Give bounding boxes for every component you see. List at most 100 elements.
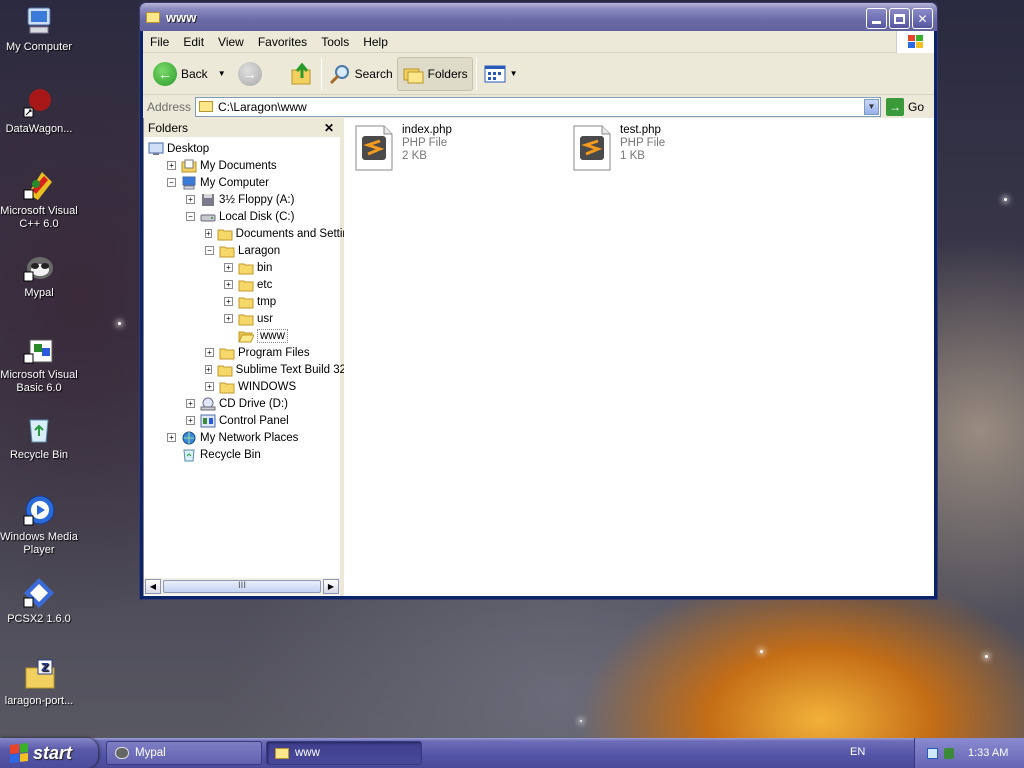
start-button[interactable]: start — [0, 738, 98, 768]
forward-button[interactable]: → — [234, 57, 266, 91]
scroll-right-button[interactable]: ▶ — [323, 579, 339, 594]
tree-node-my-network-places[interactable]: + My Network Places — [144, 429, 340, 446]
expand-icon[interactable]: + — [167, 433, 176, 442]
menu-tools[interactable]: Tools — [314, 35, 356, 49]
tree-node-my-computer[interactable]: − My Computer — [144, 174, 340, 191]
tree-node-laragon[interactable]: − Laragon — [144, 242, 340, 259]
desktop-icon-datawagon[interactable]: DataWagon... — [0, 86, 78, 136]
window-frame: File Edit View Favorites Tools Help ← Ba… — [143, 31, 934, 596]
collapse-icon[interactable]: − — [186, 212, 195, 221]
desktop-icon-mypal[interactable]: Mypal — [0, 250, 78, 300]
file-item-test-php[interactable]: test.php PHP File 1 KB — [572, 124, 665, 172]
expand-icon[interactable]: + — [205, 365, 212, 374]
expand-icon[interactable]: + — [224, 263, 233, 272]
expand-icon[interactable]: + — [205, 348, 214, 357]
desktop-icon-windows-media-player[interactable]: Windows Media Player — [0, 494, 78, 557]
network-places-icon — [181, 431, 197, 445]
search-button[interactable]: Search — [325, 57, 397, 91]
go-button[interactable]: → Go — [886, 97, 924, 116]
menu-view[interactable]: View — [211, 35, 251, 49]
file-item-index-php[interactable]: index.php PHP File 2 KB — [354, 124, 452, 172]
back-dropdown-icon[interactable]: ▼ — [218, 69, 226, 78]
tree-node-sublime-text-build-3211[interactable]: + Sublime Text Build 3211 — [144, 361, 358, 378]
tree-node-control-panel[interactable]: + Control Panel — [144, 412, 340, 429]
expand-icon[interactable]: + — [186, 399, 195, 408]
tree-node-usr[interactable]: + usr — [144, 310, 340, 327]
menu-edit[interactable]: Edit — [176, 35, 211, 49]
menu-help[interactable]: Help — [356, 35, 395, 49]
tree-node-www[interactable]: www — [144, 327, 340, 344]
tree-node-documents-and-settings[interactable]: + Documents and Settings — [144, 225, 361, 242]
tree-node-3-floppy-a[interactable]: +3½ Floppy (A:) — [144, 191, 340, 208]
speaker-tray-icon[interactable] — [944, 747, 954, 759]
desktop-icon-recycle-bin[interactable]: Recycle Bin — [0, 412, 78, 462]
desktop-icon-my-computer[interactable]: My Computer — [0, 4, 78, 54]
chevron-left-icon: ◀ — [149, 582, 157, 591]
tree-node-label: usr — [257, 312, 273, 325]
tree-node-label: Program Files — [238, 346, 310, 359]
expand-icon[interactable]: + — [224, 280, 233, 289]
tree-node-windows[interactable]: + WINDOWS — [144, 378, 340, 395]
close-folders-pane-icon[interactable]: ✕ — [324, 121, 334, 135]
minimize-button[interactable] — [866, 8, 887, 29]
content-area: Folders ✕ Desktop + My Documents − My Comput… — [143, 118, 934, 596]
menu-file[interactable]: File — [143, 35, 176, 49]
tree-node-desktop[interactable]: Desktop — [144, 140, 340, 157]
back-button[interactable]: ← Back ▼ — [149, 57, 230, 91]
taskbar-button-label: Mypal — [135, 747, 166, 759]
expand-icon[interactable]: + — [186, 195, 195, 204]
taskbar-button-www[interactable]: www — [266, 741, 422, 765]
chevron-down-icon: ▼ — [867, 102, 876, 111]
clock[interactable]: 1:33 AM — [968, 747, 1008, 759]
tree-node-tmp[interactable]: + tmp — [144, 293, 340, 310]
tree-node-cd-drive-d[interactable]: + CD Drive (D:) — [144, 395, 340, 412]
desktop-icon-label: Recycle Bin — [9, 449, 69, 461]
network-tray-icon[interactable] — [927, 747, 938, 759]
folders-pane: Folders ✕ Desktop + My Documents − My Comput… — [143, 118, 361, 596]
views-icon — [484, 65, 506, 82]
desktop-icon-visual-cpp[interactable]: Microsoft Visual C++ 6.0 — [0, 168, 78, 231]
expand-icon[interactable]: + — [224, 297, 233, 306]
up-folder-button[interactable] — [286, 57, 318, 91]
tree-node-label: Desktop — [167, 142, 210, 155]
tree-node-label: WINDOWS — [238, 380, 297, 393]
tree-node-program-files[interactable]: + Program Files — [144, 344, 340, 361]
tree-node-recycle-bin[interactable]: Recycle Bin — [144, 446, 340, 463]
back-label: Back — [181, 66, 208, 81]
scroll-left-button[interactable]: ◀ — [145, 579, 161, 594]
scrollbar-thumb[interactable]: III — [163, 580, 321, 593]
collapse-icon[interactable]: − — [167, 178, 176, 187]
pcsx2-icon — [22, 576, 56, 610]
tree-node-etc[interactable]: + etc — [144, 276, 340, 293]
collapse-icon[interactable]: − — [205, 246, 214, 255]
tree-node-my-documents[interactable]: + My Documents — [144, 157, 340, 174]
address-dropdown-button[interactable]: ▼ — [864, 98, 879, 115]
taskbar-button-mypal[interactable]: Mypal — [106, 741, 262, 765]
menu-favorites[interactable]: Favorites — [251, 35, 314, 49]
my-computer-icon — [22, 4, 56, 38]
close-button[interactable]: ✕ — [912, 8, 933, 29]
folders-button[interactable]: Folders — [396, 56, 473, 91]
expand-icon[interactable]: + — [224, 314, 233, 323]
tree-node-bin[interactable]: + bin — [144, 259, 340, 276]
address-folder-icon — [199, 101, 213, 112]
tree-node-label: Recycle Bin — [200, 448, 261, 461]
maximize-button[interactable] — [889, 8, 910, 29]
folder-icon — [238, 295, 254, 309]
language-indicator[interactable]: EN — [850, 746, 865, 758]
expand-icon[interactable]: + — [186, 416, 195, 425]
file-name: index.php — [402, 124, 452, 136]
folder-icon — [275, 747, 289, 759]
desktop-icon-visual-basic[interactable]: Microsoft Visual Basic 6.0 — [0, 332, 78, 395]
my-documents-icon — [181, 159, 197, 173]
expand-icon[interactable]: + — [205, 229, 212, 238]
tree-node-local-disk-c[interactable]: − Local Disk (C:) — [144, 208, 340, 225]
desktop-icon-laragon-portable[interactable]: Z laragon-port... — [0, 658, 78, 708]
address-input[interactable]: C:\Laragon\www ▼ — [195, 96, 881, 117]
expand-icon[interactable]: + — [167, 161, 176, 170]
expand-icon[interactable]: + — [205, 382, 214, 391]
desktop-icon-pcsx2[interactable]: PCSX2 1.6.0 — [0, 576, 78, 626]
views-button[interactable]: ▼ — [480, 57, 522, 91]
horizontal-scrollbar[interactable]: ◀ III ▶ — [144, 578, 340, 595]
title-bar[interactable]: www — [140, 3, 937, 31]
